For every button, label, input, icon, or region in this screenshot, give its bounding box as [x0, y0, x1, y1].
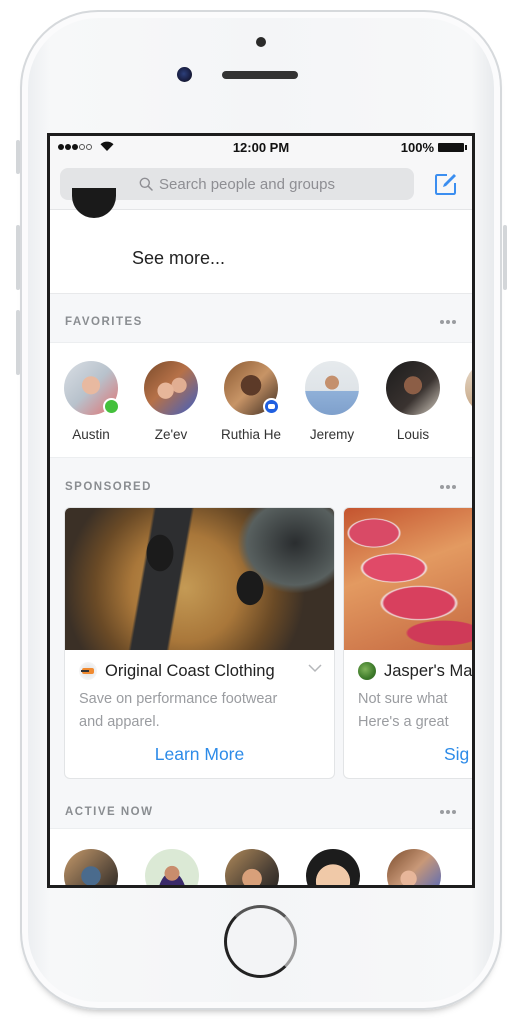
- proximity-sensor: [256, 37, 266, 47]
- mute-switch: [16, 140, 20, 174]
- learn-more-button[interactable]: Learn More: [65, 744, 334, 765]
- favorite-person[interactable]: Louis: [375, 361, 451, 442]
- ad-description: Save on performance footwear and apparel…: [79, 688, 320, 734]
- home-button[interactable]: [224, 905, 297, 978]
- favorite-person[interactable]: Jeremy: [294, 361, 370, 442]
- favorites-list: Austin Ze'ev Ruthia He Jeremy Louis: [50, 342, 472, 458]
- person-name: Jeremy: [309, 427, 355, 442]
- ad-text-line: Not sure what: [358, 691, 448, 707]
- online-status-icon: [103, 398, 120, 415]
- sponsored-title: SPONSORED: [65, 481, 152, 493]
- favorites-header: FAVORITES: [50, 296, 472, 342]
- radish-slices-image: [344, 508, 472, 650]
- person-name: Ruthia He: [220, 427, 282, 442]
- favorite-person[interactable]: Ruthia He: [213, 361, 289, 442]
- sponsored-carousel: Original Coast Clothing Save on performa…: [50, 507, 472, 782]
- avatar: [224, 361, 280, 415]
- avatar: [305, 361, 359, 415]
- shoes-on-rock-image: [65, 508, 334, 650]
- avatar: [72, 188, 116, 218]
- compose-icon[interactable]: [434, 172, 458, 196]
- ad-text-line: Here's a great: [358, 714, 449, 730]
- search-icon: [139, 177, 153, 191]
- screen: 12:00 PM 100% Search people and groups S…: [47, 133, 475, 888]
- brand-name: Jasper's Ma: [384, 661, 473, 680]
- active-now-header: ACTIVE NOW: [50, 786, 472, 832]
- sponsored-header: SPONSORED: [50, 461, 472, 507]
- status-bar: 12:00 PM 100%: [50, 136, 472, 158]
- avatar: [386, 361, 440, 415]
- ad-text-line: and apparel.: [79, 714, 160, 730]
- active-person-avatar[interactable]: [387, 849, 441, 885]
- more-dots-icon[interactable]: [440, 485, 456, 489]
- see-more-link[interactable]: See more...: [132, 248, 225, 269]
- ad-description: Not sure what Here's a great: [358, 688, 472, 734]
- avatar: [64, 361, 120, 415]
- recent-conversations-card: See more...: [50, 188, 472, 294]
- person-name: Austin: [72, 427, 110, 442]
- earpiece-speaker: [222, 71, 298, 79]
- active-person-avatar[interactable]: [225, 849, 279, 885]
- active-person-avatar[interactable]: [64, 849, 118, 885]
- brand-logo-icon: [79, 662, 97, 680]
- power-button: [503, 225, 507, 290]
- battery-icon: [438, 143, 467, 152]
- battery-percent: 100%: [400, 140, 434, 155]
- chevron-down-icon[interactable]: [308, 664, 322, 673]
- active-now-title: ACTIVE NOW: [65, 806, 154, 818]
- favorite-person[interactable]: [454, 361, 472, 415]
- person-name: Louis: [396, 427, 430, 442]
- active-now-list: [50, 828, 472, 885]
- messenger-badge-icon: [263, 398, 280, 415]
- volume-up-button: [16, 225, 20, 290]
- avatar: [144, 361, 198, 415]
- ad-card[interactable]: Jasper's Ma Not sure what Here's a great…: [343, 507, 473, 779]
- more-dots-icon[interactable]: [440, 320, 456, 324]
- more-dots-icon[interactable]: [440, 810, 456, 814]
- avatar: [465, 361, 472, 415]
- ad-card[interactable]: Original Coast Clothing Save on performa…: [64, 507, 335, 779]
- sign-up-button[interactable]: Sig: [444, 744, 472, 765]
- person-name: Ze'ev: [154, 427, 188, 442]
- brand-name: Original Coast Clothing: [105, 661, 275, 680]
- volume-down-button: [16, 310, 20, 375]
- active-person-avatar[interactable]: [306, 849, 360, 885]
- active-person-avatar[interactable]: [145, 849, 199, 885]
- favorite-person[interactable]: Austin: [53, 361, 129, 442]
- search-placeholder: Search people and groups: [159, 175, 335, 193]
- brand-logo-icon: [358, 662, 376, 680]
- front-camera: [177, 67, 192, 82]
- ad-text-line: Save on performance footwear: [79, 691, 278, 707]
- favorites-title: FAVORITES: [65, 316, 143, 328]
- favorite-person[interactable]: Ze'ev: [133, 361, 209, 442]
